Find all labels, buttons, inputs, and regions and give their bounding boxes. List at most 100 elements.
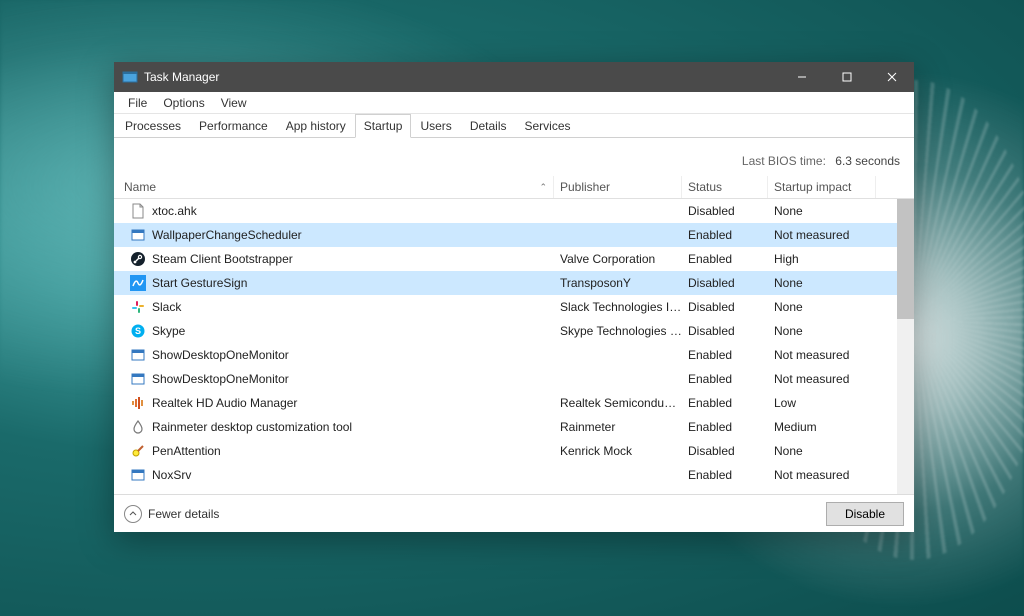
row-impact: Not measured — [768, 228, 876, 242]
table-row[interactable]: Steam Client Bootstrapper Valve Corporati… — [114, 247, 914, 271]
disable-button[interactable]: Disable — [826, 502, 904, 526]
row-publisher: Kenrick Mock — [554, 444, 682, 458]
tab-users[interactable]: Users — [411, 114, 460, 137]
column-impact[interactable]: Startup impact — [768, 176, 876, 198]
fewer-details-toggle[interactable]: Fewer details — [124, 505, 219, 523]
sort-indicator-icon: ⌃ — [539, 182, 547, 193]
table-row[interactable]: SSkypeSkype Technologies S.A.DisabledNon… — [114, 319, 914, 343]
row-status: Enabled — [682, 228, 768, 242]
row-publisher: Slack Technologies Inc. — [554, 300, 682, 314]
window-title: Task Manager — [144, 70, 219, 84]
row-impact: None — [768, 204, 876, 218]
row-impact: Not measured — [768, 468, 876, 482]
rainmeter-icon — [130, 419, 146, 435]
tab-details[interactable]: Details — [461, 114, 516, 137]
fewer-details-label: Fewer details — [148, 507, 219, 521]
tab-processes[interactable]: Processes — [116, 114, 190, 137]
bios-value: 6.3 seconds — [835, 154, 900, 168]
scrollbar-track[interactable] — [897, 199, 914, 494]
close-button[interactable] — [869, 62, 914, 92]
menu-view[interactable]: View — [213, 94, 255, 112]
table-row[interactable]: ShowDesktopOneMonitorEnabledNot measured — [114, 367, 914, 391]
row-name: Start GestureSign — [152, 276, 247, 290]
column-name-label: Name — [124, 180, 156, 194]
skype-icon: S — [130, 323, 146, 339]
row-status: Enabled — [682, 252, 768, 266]
minimize-button[interactable] — [779, 62, 824, 92]
row-name: NoxSrv — [152, 468, 191, 482]
row-impact: None — [768, 444, 876, 458]
table-row[interactable]: Slack Slack Technologies Inc.DisabledNone — [114, 295, 914, 319]
menu-options[interactable]: Options — [155, 94, 212, 112]
scrollbar-thumb[interactable] — [897, 199, 914, 319]
chevron-up-icon — [124, 505, 142, 523]
row-publisher: TransposonY — [554, 276, 682, 290]
maximize-button[interactable] — [824, 62, 869, 92]
row-impact: None — [768, 324, 876, 338]
tab-performance[interactable]: Performance — [190, 114, 277, 137]
row-name: xtoc.ahk — [152, 204, 197, 218]
table-row[interactable]: NoxSrv EnabledNot measured — [114, 463, 914, 487]
row-impact: Not measured — [768, 348, 876, 362]
table-row[interactable]: Realtek HD Audio Manager Realtek Semicond… — [114, 391, 914, 415]
menubar: File Options View — [114, 92, 914, 114]
table-row[interactable]: ShowDesktopOneMonitor EnabledNot measured — [114, 343, 914, 367]
row-name: Rainmeter desktop customization tool — [152, 420, 352, 434]
row-impact: High — [768, 252, 876, 266]
bios-time: Last BIOS time: 6.3 seconds — [114, 138, 914, 176]
row-impact: None — [768, 276, 876, 290]
realtek-icon — [130, 395, 146, 411]
row-status: Enabled — [682, 468, 768, 482]
app-icon — [130, 467, 146, 483]
row-impact: None — [768, 300, 876, 314]
row-name: ShowDesktopOneMonitor — [152, 348, 289, 362]
row-name: WallpaperChangeScheduler — [152, 228, 302, 242]
tab-services[interactable]: Services — [516, 114, 580, 137]
table-row[interactable]: Start GestureSign TransposonYDisabledNone — [114, 271, 914, 295]
table-row[interactable]: Rainmeter desktop customization tool Rain… — [114, 415, 914, 439]
column-name[interactable]: Name ⌃ — [118, 176, 554, 198]
tab-startup[interactable]: Startup — [355, 114, 412, 138]
row-name: Slack — [152, 300, 181, 314]
row-status: Disabled — [682, 204, 768, 218]
menu-file[interactable]: File — [120, 94, 155, 112]
row-status: Disabled — [682, 276, 768, 290]
table-row[interactable]: PenAttention Kenrick MockDisabledNone — [114, 439, 914, 463]
row-status: Disabled — [682, 300, 768, 314]
row-impact: Medium — [768, 420, 876, 434]
row-name: Realtek HD Audio Manager — [152, 396, 297, 410]
row-status: Enabled — [682, 396, 768, 410]
row-status: Enabled — [682, 348, 768, 362]
row-publisher: Realtek Semiconductor — [554, 396, 682, 410]
row-status: Enabled — [682, 420, 768, 434]
row-status: Disabled — [682, 444, 768, 458]
column-status[interactable]: Status — [682, 176, 768, 198]
steam-icon — [130, 251, 146, 267]
startup-list[interactable]: xtoc.ahkDisabledNoneWallpaperChangeSched… — [114, 199, 914, 494]
app-icon — [130, 347, 146, 363]
task-manager-window: Task Manager File Options View Processes… — [114, 62, 914, 532]
row-impact: Not measured — [768, 372, 876, 386]
svg-text:S: S — [135, 326, 141, 336]
row-name: PenAttention — [152, 444, 221, 458]
row-name: Skype — [152, 324, 185, 338]
pen-icon — [130, 443, 146, 459]
file-icon — [130, 203, 146, 219]
app-icon — [122, 69, 138, 85]
gesture-icon — [130, 275, 146, 291]
app-icon — [130, 227, 146, 243]
row-name: Steam Client Bootstrapper — [152, 252, 293, 266]
row-publisher: Skype Technologies S.A. — [554, 324, 682, 338]
row-impact: Low — [768, 396, 876, 410]
tab-app-history[interactable]: App history — [277, 114, 355, 137]
column-publisher[interactable]: Publisher — [554, 176, 682, 198]
footer: Fewer details Disable — [114, 494, 914, 532]
row-name: ShowDesktopOneMonitor — [152, 372, 289, 386]
tabbar: Processes Performance App history Startu… — [114, 114, 914, 138]
row-publisher: Valve Corporation — [554, 252, 682, 266]
table-row[interactable]: xtoc.ahk DisabledNone — [114, 199, 914, 223]
table-row[interactable]: WallpaperChangeScheduler EnabledNot measu… — [114, 223, 914, 247]
titlebar[interactable]: Task Manager — [114, 62, 914, 92]
row-publisher: Rainmeter — [554, 420, 682, 434]
app-icon — [130, 371, 146, 387]
